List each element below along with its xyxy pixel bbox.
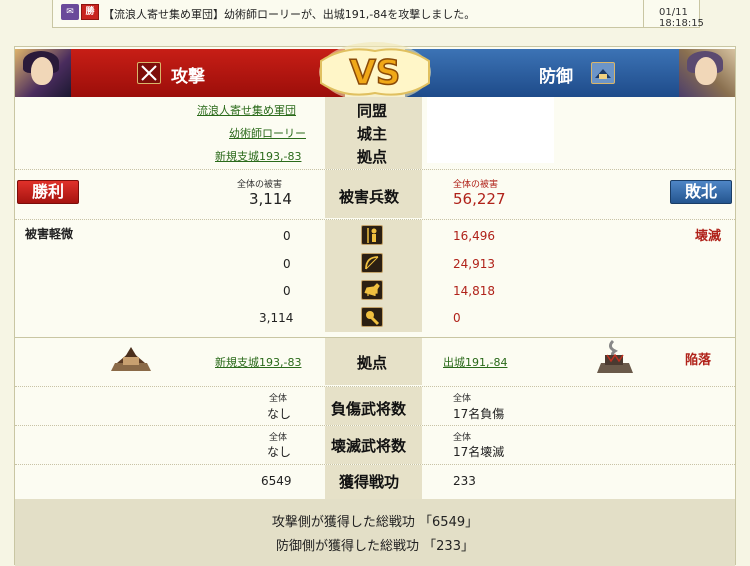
attacker-portrait bbox=[15, 49, 71, 97]
fortress-icon bbox=[591, 62, 615, 84]
lord-label: 城主 bbox=[357, 125, 388, 143]
attacker-injured-value: なし bbox=[267, 407, 292, 421]
crossed-swords-icon bbox=[137, 62, 161, 84]
victory-badge: 勝利 bbox=[17, 180, 79, 204]
defender-destroyed-caption: 全体 bbox=[453, 433, 472, 443]
attacker-unit-loss: 0 bbox=[283, 284, 291, 298]
notice-message[interactable]: 【流浪人寄せ集め軍団】幼術師ローリーが、出城191,-84を攻撃しました。 bbox=[103, 6, 475, 22]
attacker-casualty-caption: 全体の被害 bbox=[237, 180, 283, 190]
merit-summary: 攻撃側が獲得した総戦功 「6549」 防御側が獲得した総戦功 「233」 bbox=[15, 499, 735, 566]
bow-archer-icon bbox=[361, 253, 383, 273]
battle-notice-bar: ✉ 勝 【流浪人寄せ集め軍団】幼術師ローリーが、出城191,-84を攻撃しました… bbox=[52, 0, 704, 29]
defender-damage-status: 壊滅 bbox=[695, 229, 722, 244]
attacker-base-link[interactable]: 新規支城193,-83 bbox=[215, 148, 301, 164]
defender-destroyed-value: 17名壊滅 bbox=[453, 445, 505, 459]
defender-merit-summary: 防御側が獲得した総戦功 「233」 bbox=[276, 539, 474, 554]
attack-title: 攻撃 bbox=[171, 67, 205, 87]
attacker-injured-caption: 全体 bbox=[269, 394, 288, 404]
base-row-label: 拠点 bbox=[357, 354, 388, 372]
attacker-base-link[interactable]: 新規支城193,-83 bbox=[215, 354, 301, 370]
alliance-label: 同盟 bbox=[357, 102, 388, 120]
defender-unit-loss: 16,496 bbox=[453, 229, 495, 243]
attacker-damage-status: 被害軽微 bbox=[25, 227, 74, 241]
defender-portrait bbox=[679, 49, 735, 97]
mail-icon[interactable]: ✉ bbox=[61, 4, 79, 20]
notice-timestamp: 01/11 18:18:15 bbox=[659, 7, 704, 29]
win-badge: 勝 bbox=[81, 4, 99, 20]
defender-unit-loss: 24,913 bbox=[453, 257, 495, 271]
injured-label: 負傷武将数 bbox=[331, 400, 407, 418]
defender-info-blank bbox=[427, 97, 554, 163]
defender-merit-value: 233 bbox=[453, 474, 476, 488]
attacker-casualty-total: 3,114 bbox=[249, 190, 292, 208]
defender-base-link[interactable]: 出城191,-84 bbox=[443, 354, 507, 370]
defender-casualty-total: 56,227 bbox=[453, 190, 506, 208]
attacker-unit-loss: 0 bbox=[283, 257, 291, 271]
ruined-fort-icon bbox=[597, 339, 633, 373]
attacker-merit-value: 6549 bbox=[261, 474, 292, 488]
castle-icon bbox=[111, 347, 151, 371]
defender-casualty-caption: 全体の被害 bbox=[453, 180, 499, 190]
attacker-destroyed-value: なし bbox=[267, 445, 292, 459]
casualty-label: 被害兵数 bbox=[339, 188, 400, 206]
attacker-unit-loss: 3,114 bbox=[259, 311, 294, 325]
defender-injured-value: 17名負傷 bbox=[453, 407, 505, 421]
defender-unit-loss: 0 bbox=[453, 311, 461, 325]
defeat-badge: 敗北 bbox=[670, 180, 732, 204]
battle-report-panel: 攻撃 防御 VS 流浪人寄せ集め軍団 幼術師ローリー 新規支城193,-83 同… bbox=[14, 42, 736, 566]
defender-base-status: 陥落 bbox=[685, 353, 712, 368]
attacker-lord-link[interactable]: 幼術師ローリー bbox=[229, 125, 306, 141]
vs-text: VS bbox=[350, 53, 401, 93]
report-header: 攻撃 防御 VS bbox=[15, 42, 735, 102]
attacker-alliance-link[interactable]: 流浪人寄せ集め軍団 bbox=[197, 102, 296, 118]
spear-infantry-icon bbox=[361, 225, 383, 245]
defender-injured-caption: 全体 bbox=[453, 394, 472, 404]
defense-title: 防御 bbox=[539, 67, 573, 87]
attacker-destroyed-caption: 全体 bbox=[269, 433, 288, 443]
destroyed-label: 壊滅武将数 bbox=[331, 437, 407, 455]
divider bbox=[643, 0, 644, 28]
siege-weapon-icon bbox=[361, 307, 383, 327]
merit-label: 獲得戦功 bbox=[339, 473, 400, 491]
horse-cavalry-icon bbox=[361, 280, 383, 300]
defender-unit-loss: 14,818 bbox=[453, 284, 495, 298]
attacker-merit-summary: 攻撃側が獲得した総戦功 「6549」 bbox=[271, 515, 479, 530]
attacker-unit-loss: 0 bbox=[283, 229, 291, 243]
base-label: 拠点 bbox=[357, 148, 388, 166]
